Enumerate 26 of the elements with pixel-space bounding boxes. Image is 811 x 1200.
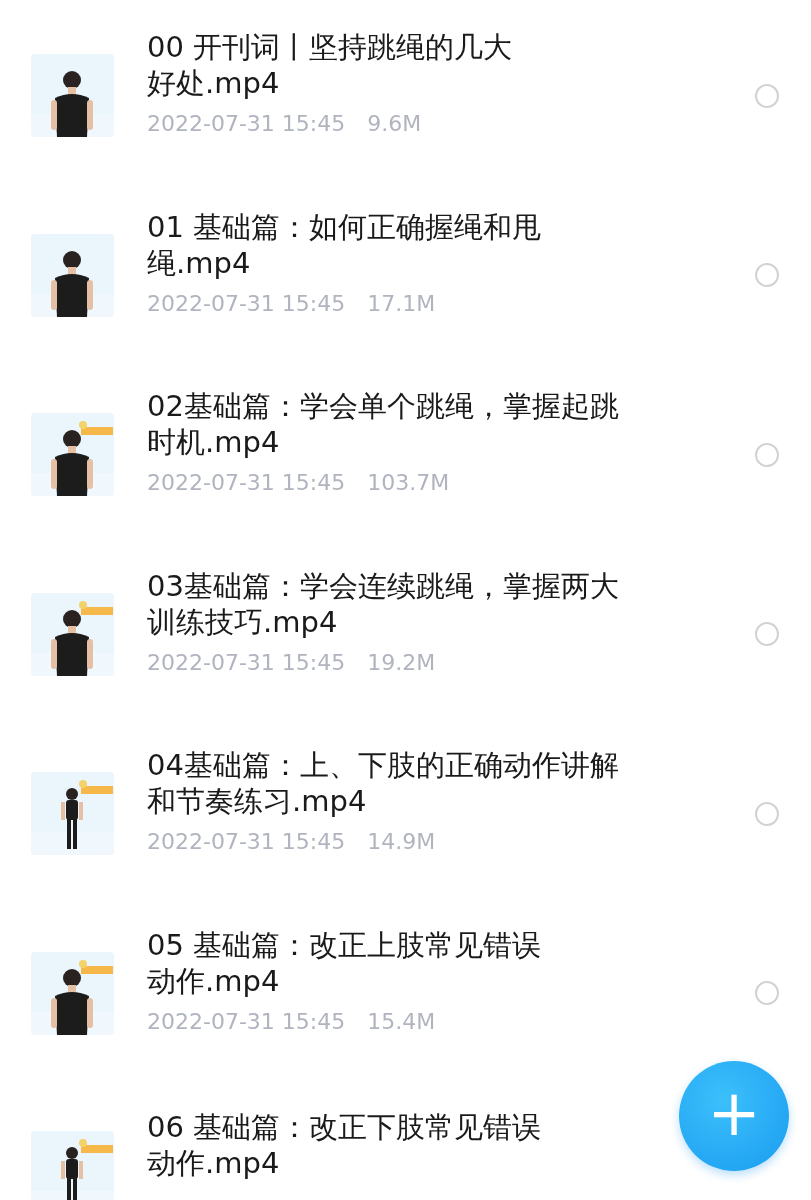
file-date: 2022-07-31 15:45 [147,470,346,496]
file-size: 14.9M [367,829,436,855]
file-name: 03基础篇：学会连续跳绳，掌握两大 训练技巧.mp4 [147,567,619,640]
file-name: 00 开刊词丨坚持跳绳的几大 好处.mp4 [147,29,513,102]
file-date: 2022-07-31 15:45 [147,829,346,855]
file-date: 2022-07-31 15:45 [147,290,346,316]
file-size: 103.7M [367,470,450,496]
file-size: 17.1M [367,290,436,316]
select-radio[interactable] [755,981,779,1006]
file-date: 2022-07-31 15:45 [147,649,346,675]
select-radio[interactable] [755,442,779,467]
file-name: 05 基础篇：改正上肢常见错误 动作.mp4 [147,926,542,999]
select-radio[interactable] [755,622,779,647]
file-name: 04基础篇：上、下肢的正确动作讲解 和节奏练习.mp4 [147,747,619,820]
select-radio[interactable] [755,83,779,108]
add-button[interactable]: + [679,1061,789,1171]
file-name: 02基础篇：学会单个跳绳，掌握起跳 时机.mp4 [147,388,619,461]
select-radio[interactable] [755,801,779,826]
file-size: 19.2M [367,649,436,675]
file-name: 01 基础篇：如何正确握绳和甩 绳.mp4 [147,208,542,281]
file-size: 9.6M [367,111,422,137]
file-date: 2022-07-31 15:45 [147,111,346,137]
file-size: 15.4M [367,1008,436,1034]
file-name: 06 基础篇：改正下肢常见错误 动作.mp4 [147,1109,542,1181]
file-date: 2022-07-31 15:45 [147,1008,346,1034]
select-radio[interactable] [755,263,779,288]
